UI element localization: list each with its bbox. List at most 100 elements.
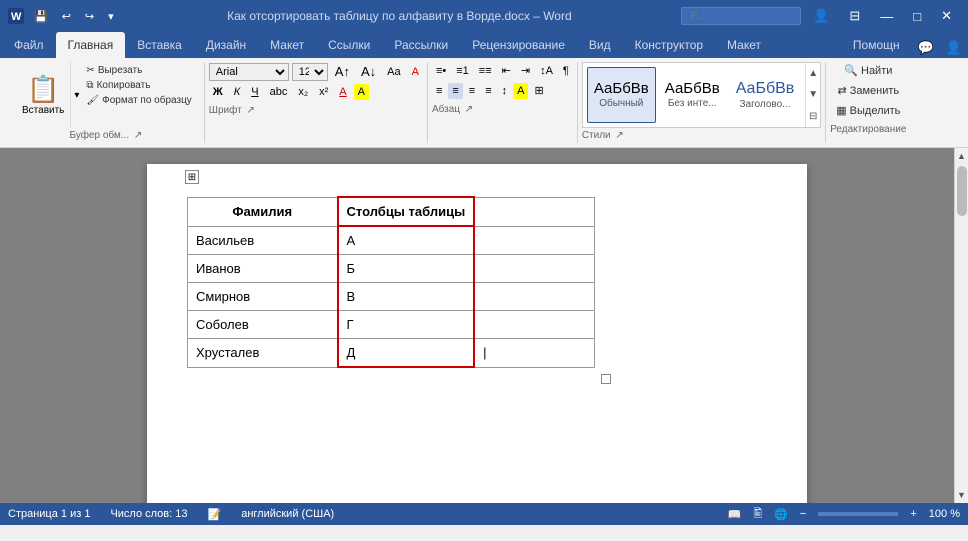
table-resize-handle[interactable] [601,374,611,384]
styles-more-btn[interactable]: ⊟ [806,106,820,127]
font-expand-icon[interactable]: ↗ [246,105,254,116]
tab-home[interactable]: Главная [56,32,126,58]
numbering-btn[interactable]: ≡1 [452,63,473,79]
style-no-spacing[interactable]: АаБбВв Без инте... [658,67,727,123]
align-center-btn[interactable]: ≡ [448,83,462,99]
tab-links[interactable]: Ссылки [316,32,382,58]
strikethrough-button[interactable]: abc [266,84,292,100]
copy-button[interactable]: ⧉ Копировать [82,79,195,92]
read-mode-icon[interactable]: 📖 [728,508,742,521]
ribbon-toggle-btn[interactable]: ⊟ [841,6,868,26]
decrease-indent-btn[interactable]: ⇤ [498,62,515,79]
scroll-thumb[interactable] [957,166,967,216]
paste-button[interactable]: 📋 Вставить [16,62,71,128]
zoom-slider[interactable] [818,512,898,516]
cell-r5c1[interactable]: Хрусталев [188,339,338,368]
tab-view[interactable]: Вид [577,32,623,58]
cell-r3c1[interactable]: Смирнов [188,283,338,311]
table-move-handle[interactable]: ⊞ [185,170,199,184]
cell-r3c3[interactable] [474,283,594,311]
borders-btn[interactable]: ⊞ [530,82,547,99]
cell-r2c2[interactable]: Б [338,255,475,283]
tab-insert[interactable]: Вставка [125,32,194,58]
scroll-up-btn[interactable]: ▲ [957,148,966,164]
web-layout-icon[interactable]: 🌐 [774,508,788,521]
scroll-down-btn[interactable]: ▼ [957,487,966,503]
increase-indent-btn[interactable]: ⇥ [517,62,534,79]
justify-btn[interactable]: ≡ [481,83,495,99]
cell-r1c2[interactable]: А [338,226,475,255]
font-family-select[interactable]: Arial [209,63,289,81]
cell-r1c3[interactable] [474,226,594,255]
zoom-out-btn[interactable]: − [800,508,806,520]
align-right-btn[interactable]: ≡ [465,83,479,99]
styles-expand-icon[interactable]: ↗ [615,130,623,141]
cell-r3c2[interactable]: В [338,283,475,311]
sort-btn[interactable]: ↕A [536,63,557,79]
tab-help[interactable]: Помощн [841,32,912,58]
cell-r2c3[interactable] [474,255,594,283]
print-layout-icon[interactable]: 🖺 [753,505,762,524]
cut-button[interactable]: ✂ Вырезать [82,64,195,77]
replace-button[interactable]: ⇄ Заменить [830,82,906,99]
language-info[interactable]: английский (США) [241,508,334,520]
paste-dropdown-btn[interactable]: ▾ [71,62,82,128]
decrease-font-btn[interactable]: A↓ [357,62,380,81]
zoom-in-btn[interactable]: + [910,508,916,520]
font-size-select[interactable]: 12 [292,63,328,81]
tab-design[interactable]: Дизайн [194,32,258,58]
undo-btn[interactable]: ↩ [58,8,75,25]
tab-constructor[interactable]: Конструктор [623,32,715,58]
underline-button[interactable]: Ч [247,84,262,100]
tab-layout1[interactable]: Макет [258,32,316,58]
subscript-button[interactable]: x₂ [294,84,312,100]
increase-font-btn[interactable]: A↑ [331,62,354,81]
search-box[interactable] [681,7,801,25]
style-heading1[interactable]: АаБбВв Заголово... [729,67,802,123]
shading-btn[interactable]: A [513,83,528,99]
styles-scroll-up[interactable]: ▲ [806,63,820,84]
font-color-btn[interactable]: A [335,84,350,100]
cell-r4c1[interactable]: Соболев [188,311,338,339]
clipboard-expand-icon[interactable]: ↗ [134,130,142,141]
redo-btn[interactable]: ↪ [81,8,98,25]
multilevel-btn[interactable]: ≡≡ [475,63,496,79]
account-btn[interactable]: 👤 [940,38,968,58]
user-btn[interactable]: 👤 [805,6,837,26]
close-btn[interactable]: ✕ [933,6,960,26]
cell-r5c3[interactable] [474,339,594,368]
customize-quick-access[interactable]: ▾ [104,8,118,25]
highlight-btn[interactable]: A [354,84,369,100]
change-case-btn[interactable]: Aa [383,64,404,80]
save-quick-btn[interactable]: 💾 [30,8,52,25]
styles-scroll-down[interactable]: ▼ [806,84,820,105]
show-formatting-btn[interactable]: ¶ [559,63,573,79]
chat-btn[interactable]: 💬 [912,38,940,58]
line-spacing-btn[interactable]: ↕ [498,83,512,99]
bold-button[interactable]: Ж [209,84,227,100]
tab-review[interactable]: Рецензирование [460,32,577,58]
superscript-button[interactable]: x² [315,84,332,100]
tab-mailing[interactable]: Рассылки [382,32,460,58]
spell-check-icon[interactable]: 📝 [208,508,222,521]
style-normal[interactable]: АаБбВв Обычный [587,67,656,123]
minimize-btn[interactable]: — [872,7,901,26]
cell-r2c1[interactable]: Иванов [188,255,338,283]
zoom-level[interactable]: 100 % [929,508,960,520]
align-left-btn[interactable]: ≡ [432,83,446,99]
select-button[interactable]: ▦ Выделить [830,102,906,119]
bullets-btn[interactable]: ≡• [432,63,450,79]
find-button[interactable]: 🔍 Найти [830,62,906,79]
italic-button[interactable]: К [230,84,244,100]
para-row1: ≡• ≡1 ≡≡ ⇤ ⇥ ↕A ¶ [432,62,573,79]
tab-file[interactable]: Файл [2,32,56,58]
para-expand-icon[interactable]: ↗ [465,104,473,115]
cell-r1c1[interactable]: Васильев [188,226,338,255]
cell-r5c2[interactable]: Д [338,339,475,368]
format-painter-button[interactable]: 🖌 Формат по образцу [82,94,195,107]
clear-format-btn[interactable]: A [408,64,423,80]
cell-r4c3[interactable] [474,311,594,339]
tab-layout2[interactable]: Макет [715,32,773,58]
maximize-btn[interactable]: □ [905,7,929,26]
cell-r4c2[interactable]: Г [338,311,475,339]
